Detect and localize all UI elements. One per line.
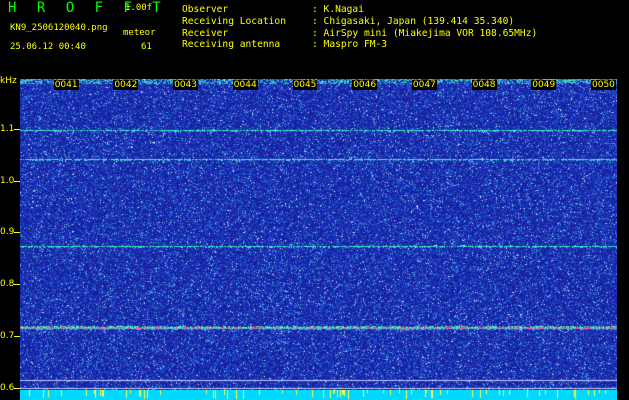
header-panel: H R O F F T 1.00f KN9_2506120040.png 25.… [0, 0, 629, 79]
time-marker: 0045 [292, 80, 318, 90]
observer-value: : K.Nagai [312, 4, 364, 15]
location-value: : Chigasaki, Japan (139.414 35.340) [312, 16, 515, 27]
receiver-label: Receiver [182, 28, 229, 39]
time-marker: 0047 [411, 80, 437, 90]
observer-label: Observer [182, 4, 229, 15]
frequency-tick-label: 1.0 [0, 175, 15, 186]
location-label: Receiving Location [182, 16, 286, 27]
time-marker: 0044 [232, 80, 258, 90]
time-marker: 0050 [591, 80, 616, 90]
time-marker: 0046 [352, 80, 378, 90]
receiver-value: : AirSpy mini (Miakejima VOR 108.65MHz) [312, 28, 538, 39]
frequency-tick-label: 0.6 [0, 383, 15, 394]
spectrogram-waterfall[interactable] [20, 79, 617, 390]
spectrogram-panel[interactable] [20, 79, 617, 390]
frequency-tick [14, 388, 20, 390]
time-marker: 0042 [113, 80, 139, 90]
time-marker: 0049 [531, 80, 557, 90]
meteor-label: meteor [123, 28, 156, 38]
antenna-value: : Maspro FM-3 [312, 39, 388, 50]
frequency-tick [14, 336, 20, 338]
frequency-tick-label: 0.7 [0, 331, 15, 342]
frequency-tick [14, 128, 20, 130]
frequency-tick [14, 284, 20, 286]
frequency-axis: kHz 1.1 1.0 0.9 0.8 0.7 0.6 [0, 76, 20, 400]
frequency-tick [14, 232, 20, 234]
time-axis-markers: 0041 0042 0043 0044 0045 0046 0047 0048 0049 0050 [0, 79, 629, 91]
frequency-tick-label: 1.1 [0, 123, 15, 134]
signal-baseline-strip [20, 390, 617, 400]
frequency-tick-label: 0.8 [0, 279, 15, 290]
app-version: 1.00f [125, 3, 153, 13]
right-margin [617, 79, 629, 400]
antenna-label: Receiving antenna [182, 39, 281, 50]
time-marker: 0043 [173, 80, 198, 90]
frequency-tick [14, 180, 20, 182]
frequency-tick-label: 0.9 [0, 227, 15, 238]
file-timestamp: 25.06.12 00:40 [10, 42, 86, 52]
file-name: KN9_2506120040.png [10, 23, 108, 33]
time-marker: 0041 [53, 80, 79, 90]
meteor-count: 61 [141, 42, 152, 52]
time-marker: 0048 [471, 80, 497, 90]
